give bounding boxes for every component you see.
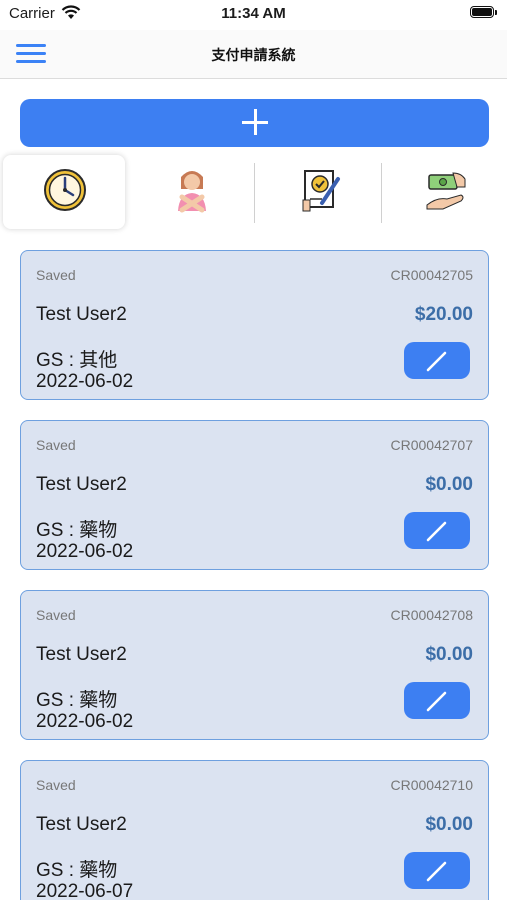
request-amount: $0.00 (425, 814, 473, 835)
request-amount: $0.00 (425, 644, 473, 665)
tab-divider (254, 163, 255, 223)
plus-icon (242, 109, 268, 135)
request-card[interactable]: Saved CR00042708 Test User2 $0.00 GS : 藥… (20, 590, 489, 740)
request-amount: $0.00 (425, 474, 473, 495)
edit-button[interactable] (404, 342, 470, 379)
request-date: 2022-06-02 (36, 541, 134, 562)
navigation-bar: 支付申請系統 (0, 30, 507, 79)
request-user: Test User2 (36, 304, 127, 325)
tab-divider (381, 163, 382, 223)
tab-approved[interactable] (259, 155, 381, 229)
request-date: 2022-06-02 (36, 711, 134, 732)
pencil-icon (426, 351, 447, 372)
edit-button[interactable] (404, 512, 470, 549)
tab-rejected[interactable] (130, 155, 252, 229)
money-hand-icon (426, 172, 466, 210)
request-card[interactable]: Saved CR00042710 Test User2 $0.00 GS : 藥… (20, 760, 489, 902)
edit-button[interactable] (404, 852, 470, 889)
add-request-button[interactable] (20, 99, 489, 147)
request-date: 2022-06-02 (36, 371, 134, 392)
request-user: Test User2 (36, 474, 127, 495)
request-category: GS : 藥物 (36, 520, 118, 541)
status-time: 11:34 AM (221, 5, 286, 22)
pencil-icon (426, 521, 447, 542)
tab-pending[interactable] (3, 155, 125, 229)
request-status: Saved (36, 437, 76, 453)
request-code: CR00042705 (390, 267, 473, 283)
tab-paid[interactable] (384, 155, 506, 229)
request-code: CR00042710 (390, 777, 473, 793)
pencil-icon (426, 861, 447, 882)
clock-icon (44, 169, 86, 211)
request-status: Saved (36, 607, 76, 623)
request-status: Saved (36, 777, 76, 793)
request-category: GS : 藥物 (36, 690, 118, 711)
page-title: 支付申請系統 (211, 47, 296, 63)
request-user: Test User2 (36, 814, 127, 835)
request-status: Saved (36, 267, 76, 283)
edit-button[interactable] (404, 682, 470, 719)
status-bar: Carrier 11:34 AM (0, 0, 507, 30)
person-crossed-arms-icon (178, 171, 206, 213)
filter-tabs (0, 153, 507, 231)
request-user: Test User2 (36, 644, 127, 665)
battery-icon (470, 6, 497, 20)
request-card[interactable]: Saved CR00042705 Test User2 $20.00 GS : … (20, 250, 489, 400)
request-code: CR00042707 (390, 437, 473, 453)
request-card[interactable]: Saved CR00042707 Test User2 $0.00 GS : 藥… (20, 420, 489, 570)
request-code: CR00042708 (390, 607, 473, 623)
request-category: GS : 其他 (36, 350, 118, 371)
request-category: GS : 藥物 (36, 860, 118, 881)
document-approval-icon (302, 170, 340, 212)
pencil-icon (426, 691, 447, 712)
request-amount: $20.00 (414, 304, 473, 325)
